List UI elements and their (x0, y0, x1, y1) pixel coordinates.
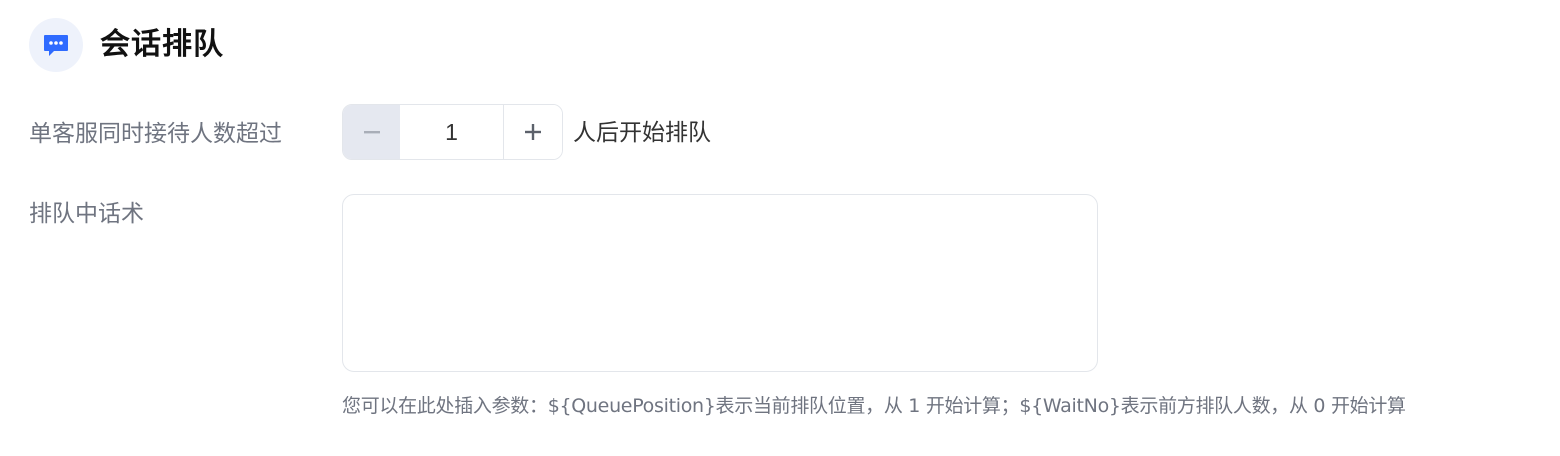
queue-threshold-label: 单客服同时接待人数超过 (29, 121, 282, 147)
queue-threshold-suffix: 人后开始排队 (573, 120, 711, 146)
queue-script-hint: 您可以在此处插入参数：${QueuePosition}表示当前排队位置，从 1 … (342, 395, 1406, 417)
queue-script-textarea[interactable] (342, 194, 1098, 372)
decrement-button[interactable] (343, 105, 400, 159)
queue-settings-panel: 会话排队 单客服同时接待人数超过 1 人后开始排队 排队中话术 您可以在此处插入… (0, 0, 1560, 456)
chat-bubble-icon (29, 18, 83, 72)
queue-threshold-stepper: 1 (342, 104, 563, 160)
section-title: 会话排队 (100, 27, 224, 62)
plus-icon (525, 124, 541, 140)
minus-icon (363, 131, 380, 134)
increment-button[interactable] (503, 105, 562, 159)
queue-threshold-value[interactable]: 1 (400, 105, 503, 159)
queue-script-label: 排队中话术 (29, 201, 144, 227)
